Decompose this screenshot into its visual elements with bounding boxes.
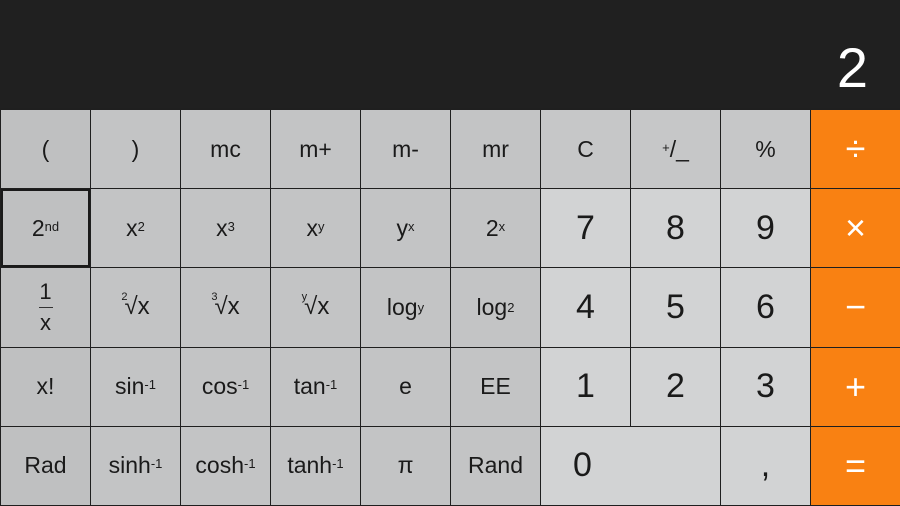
label-sup: 3 bbox=[227, 218, 235, 234]
two-power-x-button[interactable]: 2x bbox=[451, 189, 540, 268]
label-base: cosh bbox=[195, 452, 245, 479]
x-cubed-button[interactable]: x3 bbox=[181, 189, 270, 268]
label-sub: y bbox=[417, 299, 425, 315]
euler-button[interactable]: e bbox=[361, 347, 450, 426]
arctanh-button[interactable]: tanh -1 bbox=[271, 426, 360, 505]
root-icon: 2 √x bbox=[121, 291, 150, 321]
digit-0-button[interactable]: 0 bbox=[541, 426, 720, 505]
display: 2 bbox=[0, 0, 900, 108]
log-2-button[interactable]: log 2 bbox=[451, 268, 540, 347]
minus-sign: _ bbox=[676, 135, 689, 162]
label-sup: x bbox=[408, 218, 415, 234]
radicand: √x bbox=[124, 293, 150, 321]
digit-2-button[interactable]: 2 bbox=[631, 347, 720, 426]
digit-8-button[interactable]: 8 bbox=[631, 189, 720, 268]
arctan-button[interactable]: tan -1 bbox=[271, 347, 360, 426]
x-squared-button[interactable]: x2 bbox=[91, 189, 180, 268]
plus-sign: + bbox=[662, 139, 670, 155]
minus-button[interactable]: − bbox=[811, 268, 900, 347]
label-base: cos bbox=[201, 373, 238, 400]
digit-6-button[interactable]: 6 bbox=[721, 268, 810, 347]
label-base: log bbox=[476, 293, 508, 320]
radicand: √x bbox=[214, 293, 240, 321]
label-sup: y bbox=[318, 218, 325, 234]
memory-subtract-button[interactable]: m- bbox=[361, 110, 450, 189]
rand-button[interactable]: Rand bbox=[451, 426, 540, 505]
percent-button[interactable]: % bbox=[721, 110, 810, 189]
y-power-x-button[interactable]: yx bbox=[361, 189, 450, 268]
clear-button[interactable]: C bbox=[541, 110, 630, 189]
root-icon: y √x bbox=[302, 291, 330, 321]
reciprocal-button[interactable]: 1 x bbox=[1, 268, 90, 347]
label-sup: -1 bbox=[332, 456, 344, 472]
display-value: 2 bbox=[836, 36, 868, 99]
log-y-button[interactable]: log y bbox=[361, 268, 450, 347]
label-base: y bbox=[396, 214, 409, 241]
digit-3-button[interactable]: 3 bbox=[721, 347, 810, 426]
arcsin-button[interactable]: sin -1 bbox=[91, 347, 180, 426]
factorial-button[interactable]: x! bbox=[1, 347, 90, 426]
digit-1-button[interactable]: 1 bbox=[541, 347, 630, 426]
digit-5-button[interactable]: 5 bbox=[631, 268, 720, 347]
square-root-button[interactable]: 2 √x bbox=[91, 268, 180, 347]
label-sup: -1 bbox=[150, 456, 163, 472]
label-sup: x bbox=[498, 218, 506, 234]
ee-button[interactable]: EE bbox=[451, 347, 540, 426]
label-sup: -1 bbox=[244, 456, 256, 472]
label-base: log bbox=[386, 293, 418, 320]
arcsinh-button[interactable]: sinh -1 bbox=[91, 426, 180, 505]
label-base: sinh bbox=[108, 452, 151, 479]
decimal-button[interactable]: , bbox=[721, 426, 810, 505]
plus-button[interactable]: + bbox=[811, 347, 900, 426]
radicand: √x bbox=[304, 293, 330, 321]
plus-minus-button[interactable]: + / _ bbox=[631, 110, 720, 189]
label-base: x bbox=[306, 214, 319, 241]
close-paren-button[interactable]: ) bbox=[91, 110, 180, 189]
label-sup: nd bbox=[44, 218, 60, 234]
rad-button[interactable]: Rad bbox=[1, 426, 90, 505]
label-base: tan bbox=[293, 373, 326, 400]
pi-button[interactable]: π bbox=[361, 426, 450, 505]
equals-button[interactable]: = bbox=[811, 426, 900, 505]
root-icon: 3 √x bbox=[211, 291, 240, 321]
fraction: 1 x bbox=[38, 278, 53, 335]
label-base: tanh bbox=[287, 452, 333, 479]
label-base: sin bbox=[115, 373, 145, 400]
keypad: ( ) mc m+ m- mr C + / _ % ÷ 2nd x2 x3 xy y… bbox=[0, 108, 900, 506]
label-sup: -1 bbox=[325, 377, 338, 393]
label-base: x bbox=[126, 214, 138, 241]
numerator: 1 bbox=[39, 278, 52, 304]
digit-7-button[interactable]: 7 bbox=[541, 189, 630, 268]
memory-add-button[interactable]: m+ bbox=[271, 110, 360, 189]
label-base: 2 bbox=[31, 214, 45, 241]
cube-root-button[interactable]: 3 √x bbox=[181, 268, 270, 347]
divide-button[interactable]: ÷ bbox=[811, 110, 900, 189]
label-base: 2 bbox=[485, 214, 499, 241]
digit-4-button[interactable]: 4 bbox=[541, 268, 630, 347]
denominator: x bbox=[40, 309, 51, 335]
y-root-button[interactable]: y √x bbox=[271, 268, 360, 347]
label-sub: 2 bbox=[507, 299, 515, 315]
arccosh-button[interactable]: cosh -1 bbox=[181, 426, 270, 505]
open-paren-button[interactable]: ( bbox=[1, 110, 90, 189]
memory-clear-button[interactable]: mc bbox=[181, 110, 270, 189]
label-sup: 2 bbox=[137, 218, 145, 234]
label-base: x bbox=[216, 214, 228, 241]
label-sup: -1 bbox=[237, 377, 250, 393]
digit-9-button[interactable]: 9 bbox=[721, 189, 810, 268]
label-sup: -1 bbox=[144, 377, 156, 393]
multiply-button[interactable]: × bbox=[811, 189, 900, 268]
second-function-button[interactable]: 2nd bbox=[1, 189, 90, 268]
arccos-button[interactable]: cos -1 bbox=[181, 347, 270, 426]
x-power-y-button[interactable]: xy bbox=[271, 189, 360, 268]
memory-recall-button[interactable]: mr bbox=[451, 110, 540, 189]
fraction-bar bbox=[38, 306, 53, 308]
